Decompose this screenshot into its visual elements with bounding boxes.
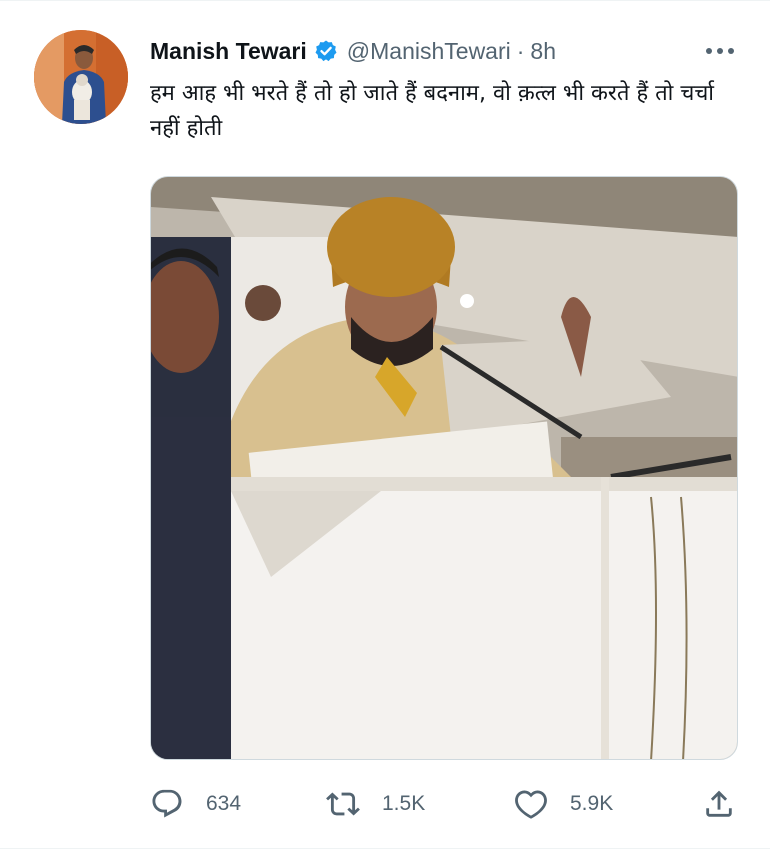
bottom-divider (0, 848, 770, 849)
more-options-icon[interactable] (702, 38, 738, 64)
header-separator: · (516, 37, 525, 64)
tweet-media-image[interactable] (150, 176, 738, 760)
reply-icon (152, 789, 182, 818)
author-name[interactable]: Manish Tewari (150, 38, 307, 65)
tweet-header: Manish Tewari @ManishTewari · 8h (150, 34, 556, 68)
top-divider (0, 0, 770, 1)
share-button[interactable] (702, 782, 736, 826)
like-button[interactable]: 5.9K (514, 782, 613, 826)
like-count: 5.9K (570, 792, 614, 815)
retweet-icon (326, 792, 360, 816)
reply-count: 634 (206, 792, 242, 815)
retweet-button[interactable]: 1.5K (326, 782, 425, 826)
tweet-timestamp[interactable]: 8h (530, 38, 556, 65)
retweet-count: 1.5K (382, 792, 426, 815)
tweet-text: हम आह भी भरते हैं तो हो जाते हैं बदनाम, … (150, 81, 714, 141)
reply-button[interactable]: 634 (150, 782, 241, 826)
author-handle[interactable]: @ManishTewari (347, 38, 511, 65)
like-heart-icon (515, 790, 547, 819)
author-avatar[interactable] (34, 30, 128, 124)
tweet-actions-bar: 634 1.5K 5.9K (150, 782, 740, 826)
verified-badge-icon (314, 39, 338, 63)
share-icon (706, 790, 732, 817)
